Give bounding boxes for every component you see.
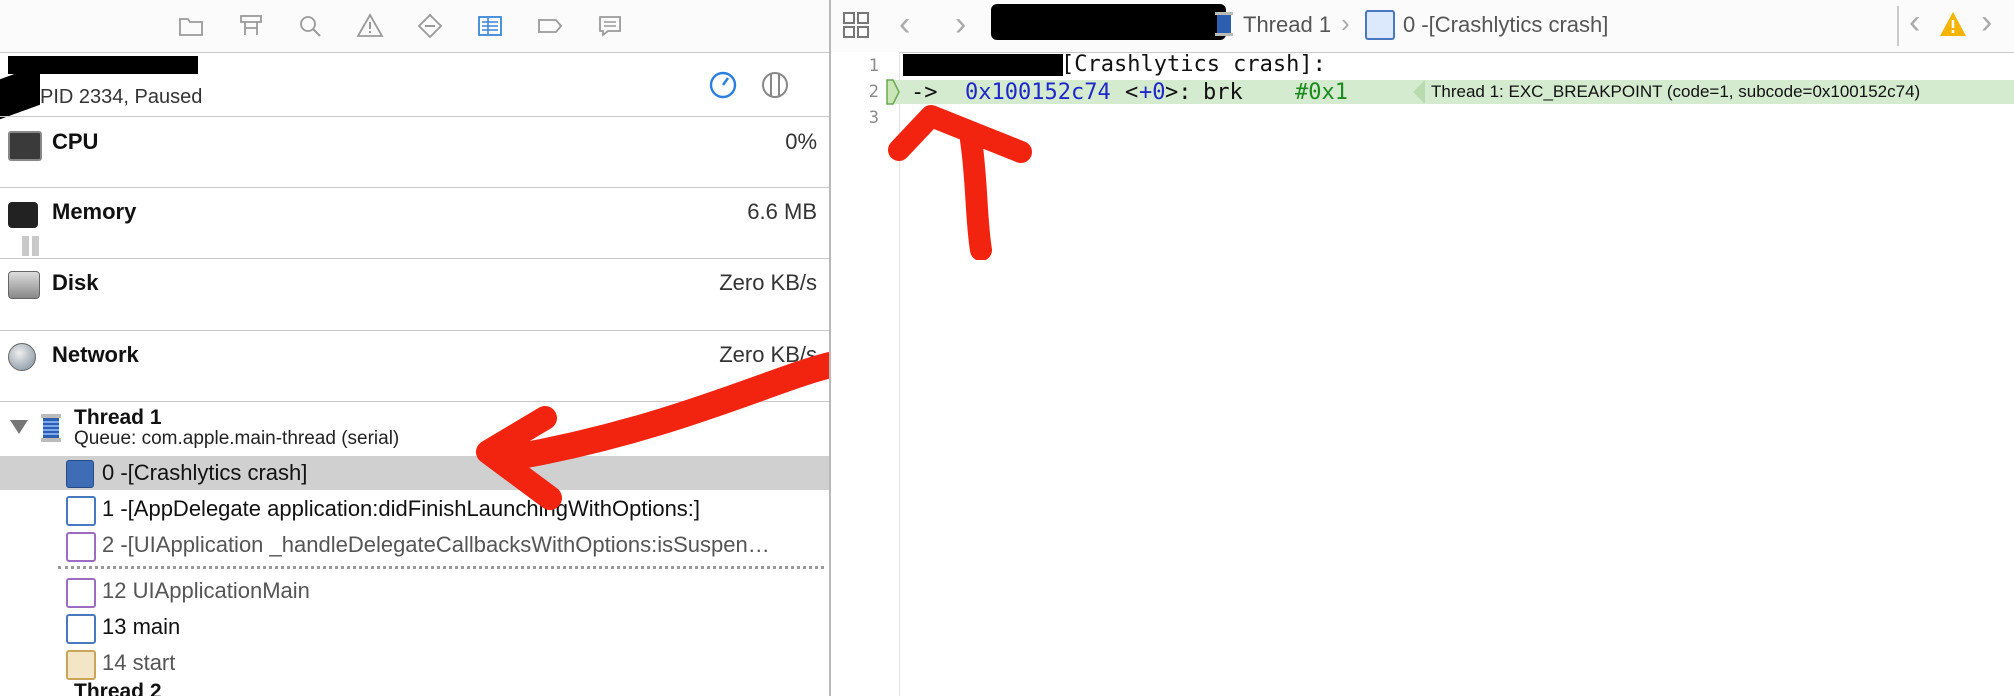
redacted-file-path <box>991 4 1226 40</box>
thread-title: Thread 2 <box>74 680 162 696</box>
process-status: PID 2334, Paused <box>40 86 203 108</box>
debug-icon[interactable] <box>474 10 506 42</box>
instruction-mnemonic: brk <box>1203 80 1243 105</box>
line-number: 3 <box>868 108 879 128</box>
memory-icon <box>8 202 38 228</box>
disk-icon <box>8 271 40 299</box>
user-frame-icon <box>66 460 94 488</box>
jump-bar-thread[interactable]: Thread 1 <box>1243 12 1331 38</box>
annotation-arrow-up <box>888 105 1032 260</box>
redacted-app-icon <box>0 64 40 120</box>
gauge-memory[interactable]: Memory 6.6 MB <box>0 188 829 258</box>
gauge-title: Disk <box>52 270 99 295</box>
next-issue-icon[interactable]: › <box>1981 4 1992 40</box>
disclosure-triangle-icon[interactable] <box>10 420 28 434</box>
thread-queue: Queue: com.apple.main-thread (serial) <box>74 428 400 449</box>
breakpoint-icon[interactable] <box>534 10 566 42</box>
user-frame-icon <box>66 496 96 526</box>
cpu-icon <box>8 131 42 161</box>
exception-tag-icon <box>1411 80 1425 104</box>
redacted-symbol <box>903 54 1063 76</box>
forward-icon[interactable]: › <box>955 6 966 42</box>
gauge-title: Network <box>52 342 139 367</box>
offset-close: >: <box>1165 80 1192 105</box>
frame-row[interactable]: 13 main <box>0 610 829 644</box>
gear-icon <box>66 650 96 680</box>
instruction-operand: #0x1 <box>1295 80 1348 105</box>
offset-open: < <box>1125 80 1139 105</box>
system-frame-icon <box>66 578 96 608</box>
gauge-title: Memory <box>52 199 137 224</box>
grid-icon[interactable] <box>841 10 871 40</box>
frame-row[interactable]: 14 start <box>0 646 829 680</box>
warning-icon[interactable] <box>354 10 386 42</box>
collapsed-frames-separator <box>58 566 824 569</box>
gauge-disk[interactable]: Disk Zero KB/s <box>0 259 829 329</box>
divider <box>1897 6 1899 46</box>
previous-issue-icon[interactable]: ‹ <box>1909 4 1920 40</box>
test-icon[interactable] <box>414 10 446 42</box>
frame-label: 13 main <box>102 614 181 639</box>
search-icon[interactable] <box>294 10 326 42</box>
jump-bar-frame[interactable]: 0 -[Crashlytics crash] <box>1403 12 1608 38</box>
user-frame-icon <box>1365 10 1395 40</box>
gauge-icon[interactable] <box>708 70 738 100</box>
folder-icon[interactable] <box>175 10 207 42</box>
split-icon[interactable] <box>760 70 790 100</box>
memory-bar <box>32 236 39 256</box>
jump-bar: ‹ › Thread 1 › 0 -[Crashlytics crash] ‹ … <box>831 0 2014 53</box>
gauge-value: 6.6 MB <box>747 199 817 224</box>
navigator-toolbar <box>0 0 829 53</box>
frame-label: 0 -[Crashlytics crash] <box>102 460 308 485</box>
gauge-value: 0% <box>785 129 817 154</box>
exception-annotation[interactable]: Thread 1: EXC_BREAKPOINT (code=1, subcod… <box>1431 82 1920 102</box>
annotation-arrow <box>476 352 829 510</box>
frame-label: 14 start <box>102 650 176 675</box>
system-frame-icon <box>66 532 96 562</box>
gauge-cpu[interactable]: CPU 0% <box>0 117 829 187</box>
line-number: 1 <box>868 56 879 76</box>
back-icon[interactable]: ‹ <box>899 6 910 42</box>
warning-icon[interactable] <box>1939 10 1967 38</box>
offset-value: +0 <box>1139 80 1166 105</box>
line-number: 2 <box>868 82 879 102</box>
gauge-title: CPU <box>52 129 99 154</box>
frame-label: 2 -[UIApplication _handleDelegateCallbac… <box>102 532 770 557</box>
report-icon[interactable] <box>594 10 626 42</box>
memory-bar <box>22 236 29 256</box>
symbol-icon[interactable] <box>235 10 267 42</box>
disassembly-header: [Crashlytics crash]: <box>1061 52 1326 77</box>
frame-label: 12 UIApplicationMain <box>102 578 310 603</box>
network-icon <box>8 343 36 371</box>
editor-area: ‹ › Thread 1 › 0 -[Crashlytics crash] ‹ … <box>831 0 2014 696</box>
gauge-value: Zero KB/s <box>719 270 817 295</box>
thread-title: Thread 1 <box>74 406 162 429</box>
chevron-right-icon: › <box>1341 8 1350 38</box>
user-frame-icon <box>66 614 96 644</box>
thread-icon <box>1213 10 1235 38</box>
frame-row[interactable]: 2 -[UIApplication _handleDelegateCallbac… <box>0 528 829 562</box>
debug-navigator: PID 2334, Paused CPU 0% Memory 6.6 MB Di… <box>0 0 831 696</box>
thread-icon <box>38 412 64 444</box>
frame-row[interactable]: 12 UIApplicationMain <box>0 574 829 608</box>
